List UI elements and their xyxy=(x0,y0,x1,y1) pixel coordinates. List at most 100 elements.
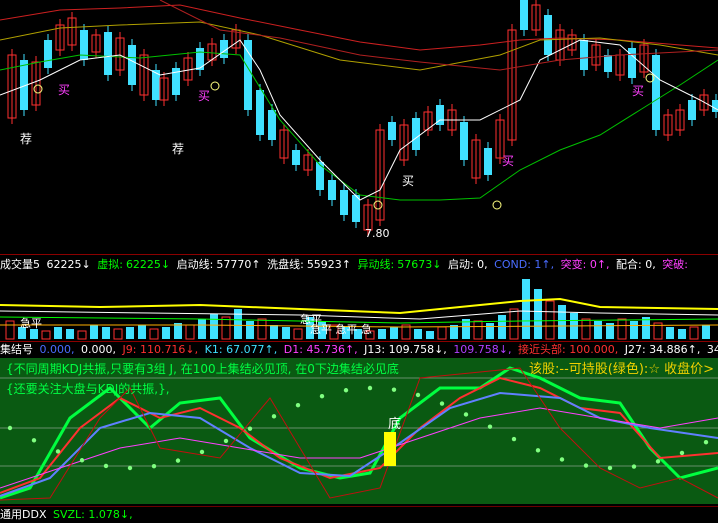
kdj-k1: K1: 67.077↑, xyxy=(204,343,278,356)
kdj-dot xyxy=(199,449,205,455)
candle-body xyxy=(652,55,660,130)
volume-bar xyxy=(246,321,254,339)
kdj-dot xyxy=(607,465,613,471)
volume-bar xyxy=(558,305,566,339)
kdj-dot xyxy=(175,458,181,463)
kdj-v2: 0.000, xyxy=(81,343,116,356)
hold-note: 该股:--可持股(绿色):☆ 收盘价> xyxy=(529,362,714,377)
volume-bar xyxy=(522,279,530,339)
tubian-label: 突变: 0↑, xyxy=(560,258,610,271)
qidong-label: 启动线: xyxy=(176,258,214,271)
kdj-dot xyxy=(511,436,517,442)
kdj-dot xyxy=(703,439,709,445)
volume-bar xyxy=(234,309,242,339)
volume-bar xyxy=(162,327,170,339)
volume-label-1: 急平 xyxy=(20,316,42,330)
kdj-j13b: 109.758↓, xyxy=(453,343,512,356)
tupo-label: 突破: xyxy=(662,258,688,271)
volume-bar xyxy=(473,320,483,340)
kdj-dot xyxy=(415,392,421,398)
candle-body xyxy=(316,162,324,190)
kdj-dot xyxy=(55,449,61,454)
volume-title: 成交量5 xyxy=(0,258,40,271)
signal-marker: 荐 xyxy=(172,142,184,156)
volume-bar xyxy=(185,324,195,340)
candle-body xyxy=(268,110,276,140)
volume-label-3: 急平 急平 急 xyxy=(310,322,372,336)
start-label: 启动: 0, xyxy=(447,258,488,271)
volume-bar xyxy=(414,329,422,339)
signal-circle xyxy=(210,81,220,91)
kdj-dot xyxy=(151,463,157,469)
kdj-dot xyxy=(295,402,301,408)
volume-bar xyxy=(30,329,38,339)
kdj-j13: J13: 109.758↓, xyxy=(364,343,447,356)
volume-bar xyxy=(270,325,278,339)
xuni-value: 62225↓ xyxy=(125,258,171,271)
volume-bar xyxy=(630,321,638,339)
signal-circle xyxy=(33,84,43,94)
kdj-v1: 0.000, xyxy=(39,343,75,356)
kdj-dot xyxy=(79,458,85,463)
volume-bar xyxy=(77,330,87,340)
kdj-j9: J9: 110.716↓, xyxy=(122,343,199,356)
candle-body xyxy=(244,40,252,110)
volume-bar xyxy=(54,327,62,339)
signal-marker: 买 xyxy=(198,89,210,103)
volume-bar xyxy=(534,289,542,339)
kdj-dot xyxy=(679,450,685,456)
candle-body xyxy=(520,0,528,30)
xuni-label: 虚拟: xyxy=(97,258,123,271)
signal-marker: 买 xyxy=(58,83,70,97)
kdj-dot xyxy=(439,401,445,406)
kdj-dot xyxy=(631,464,637,469)
bottom-signal-bar xyxy=(384,432,396,466)
kdj-dot xyxy=(391,387,397,392)
volume-bar xyxy=(126,327,134,339)
volume-bar xyxy=(138,325,146,339)
candle-body xyxy=(128,45,136,85)
kdj-dot xyxy=(103,463,109,469)
volume-bar xyxy=(90,325,98,339)
kdj-title: 集结号 xyxy=(0,343,33,356)
volume-bar xyxy=(41,330,51,340)
kdj-note-line1: {不同周期KDJ共振,只要有3组 J, 在100上集结必见顶, 在0下边集结必见… xyxy=(6,362,399,376)
volume-bar xyxy=(5,320,15,340)
volume-bar xyxy=(509,308,519,340)
candle-body xyxy=(604,55,612,72)
volume-bar xyxy=(545,300,555,340)
signal-marker: 买 xyxy=(502,154,514,168)
volume-bar xyxy=(66,329,74,339)
candle-body xyxy=(44,40,52,68)
candle-body xyxy=(328,180,336,200)
volume-bar xyxy=(390,327,398,339)
kdj-dot xyxy=(319,393,325,399)
kdj-dot xyxy=(367,385,373,391)
signal-marker: 买 xyxy=(632,84,644,98)
volume-bar xyxy=(102,327,110,339)
candle-body xyxy=(412,118,420,150)
peihe-label: 配合: 0, xyxy=(616,258,656,271)
volume-bar xyxy=(113,328,123,340)
kdj-dot xyxy=(127,465,133,471)
price-chart-pane[interactable]: 买买买买买荐荐 7.80 xyxy=(0,0,718,255)
volume-bar xyxy=(642,317,650,339)
volume-bar xyxy=(426,331,434,339)
candle-body xyxy=(580,40,588,70)
kdj-chart-pane[interactable]: 底 {不同周期KDJ共振,只要有3组 J, 在100上集结必见顶, 在0下边集结… xyxy=(0,358,718,504)
candle-body xyxy=(256,90,264,135)
volume-bar xyxy=(378,329,386,339)
volume-bar xyxy=(293,328,303,340)
kdj-top: 接近头部: 100.000, xyxy=(518,343,619,356)
volume-bar xyxy=(702,325,710,339)
candle-body xyxy=(292,150,300,165)
volume-chart[interactable]: 急平 急平 急平 急平 急 xyxy=(0,275,718,341)
candlestick-chart[interactable]: 买买买买买荐荐 7.80 xyxy=(0,0,718,255)
volume-bar xyxy=(198,319,206,339)
xipan-label: 洗盘线: xyxy=(267,258,304,271)
yidong-value: 57673↓ xyxy=(397,258,442,271)
volume-chart-pane[interactable]: 急平 急平 急平 急平 急 xyxy=(0,275,718,341)
candle-body xyxy=(712,100,718,112)
volume-bar xyxy=(581,318,591,340)
volume-bar xyxy=(149,328,159,340)
